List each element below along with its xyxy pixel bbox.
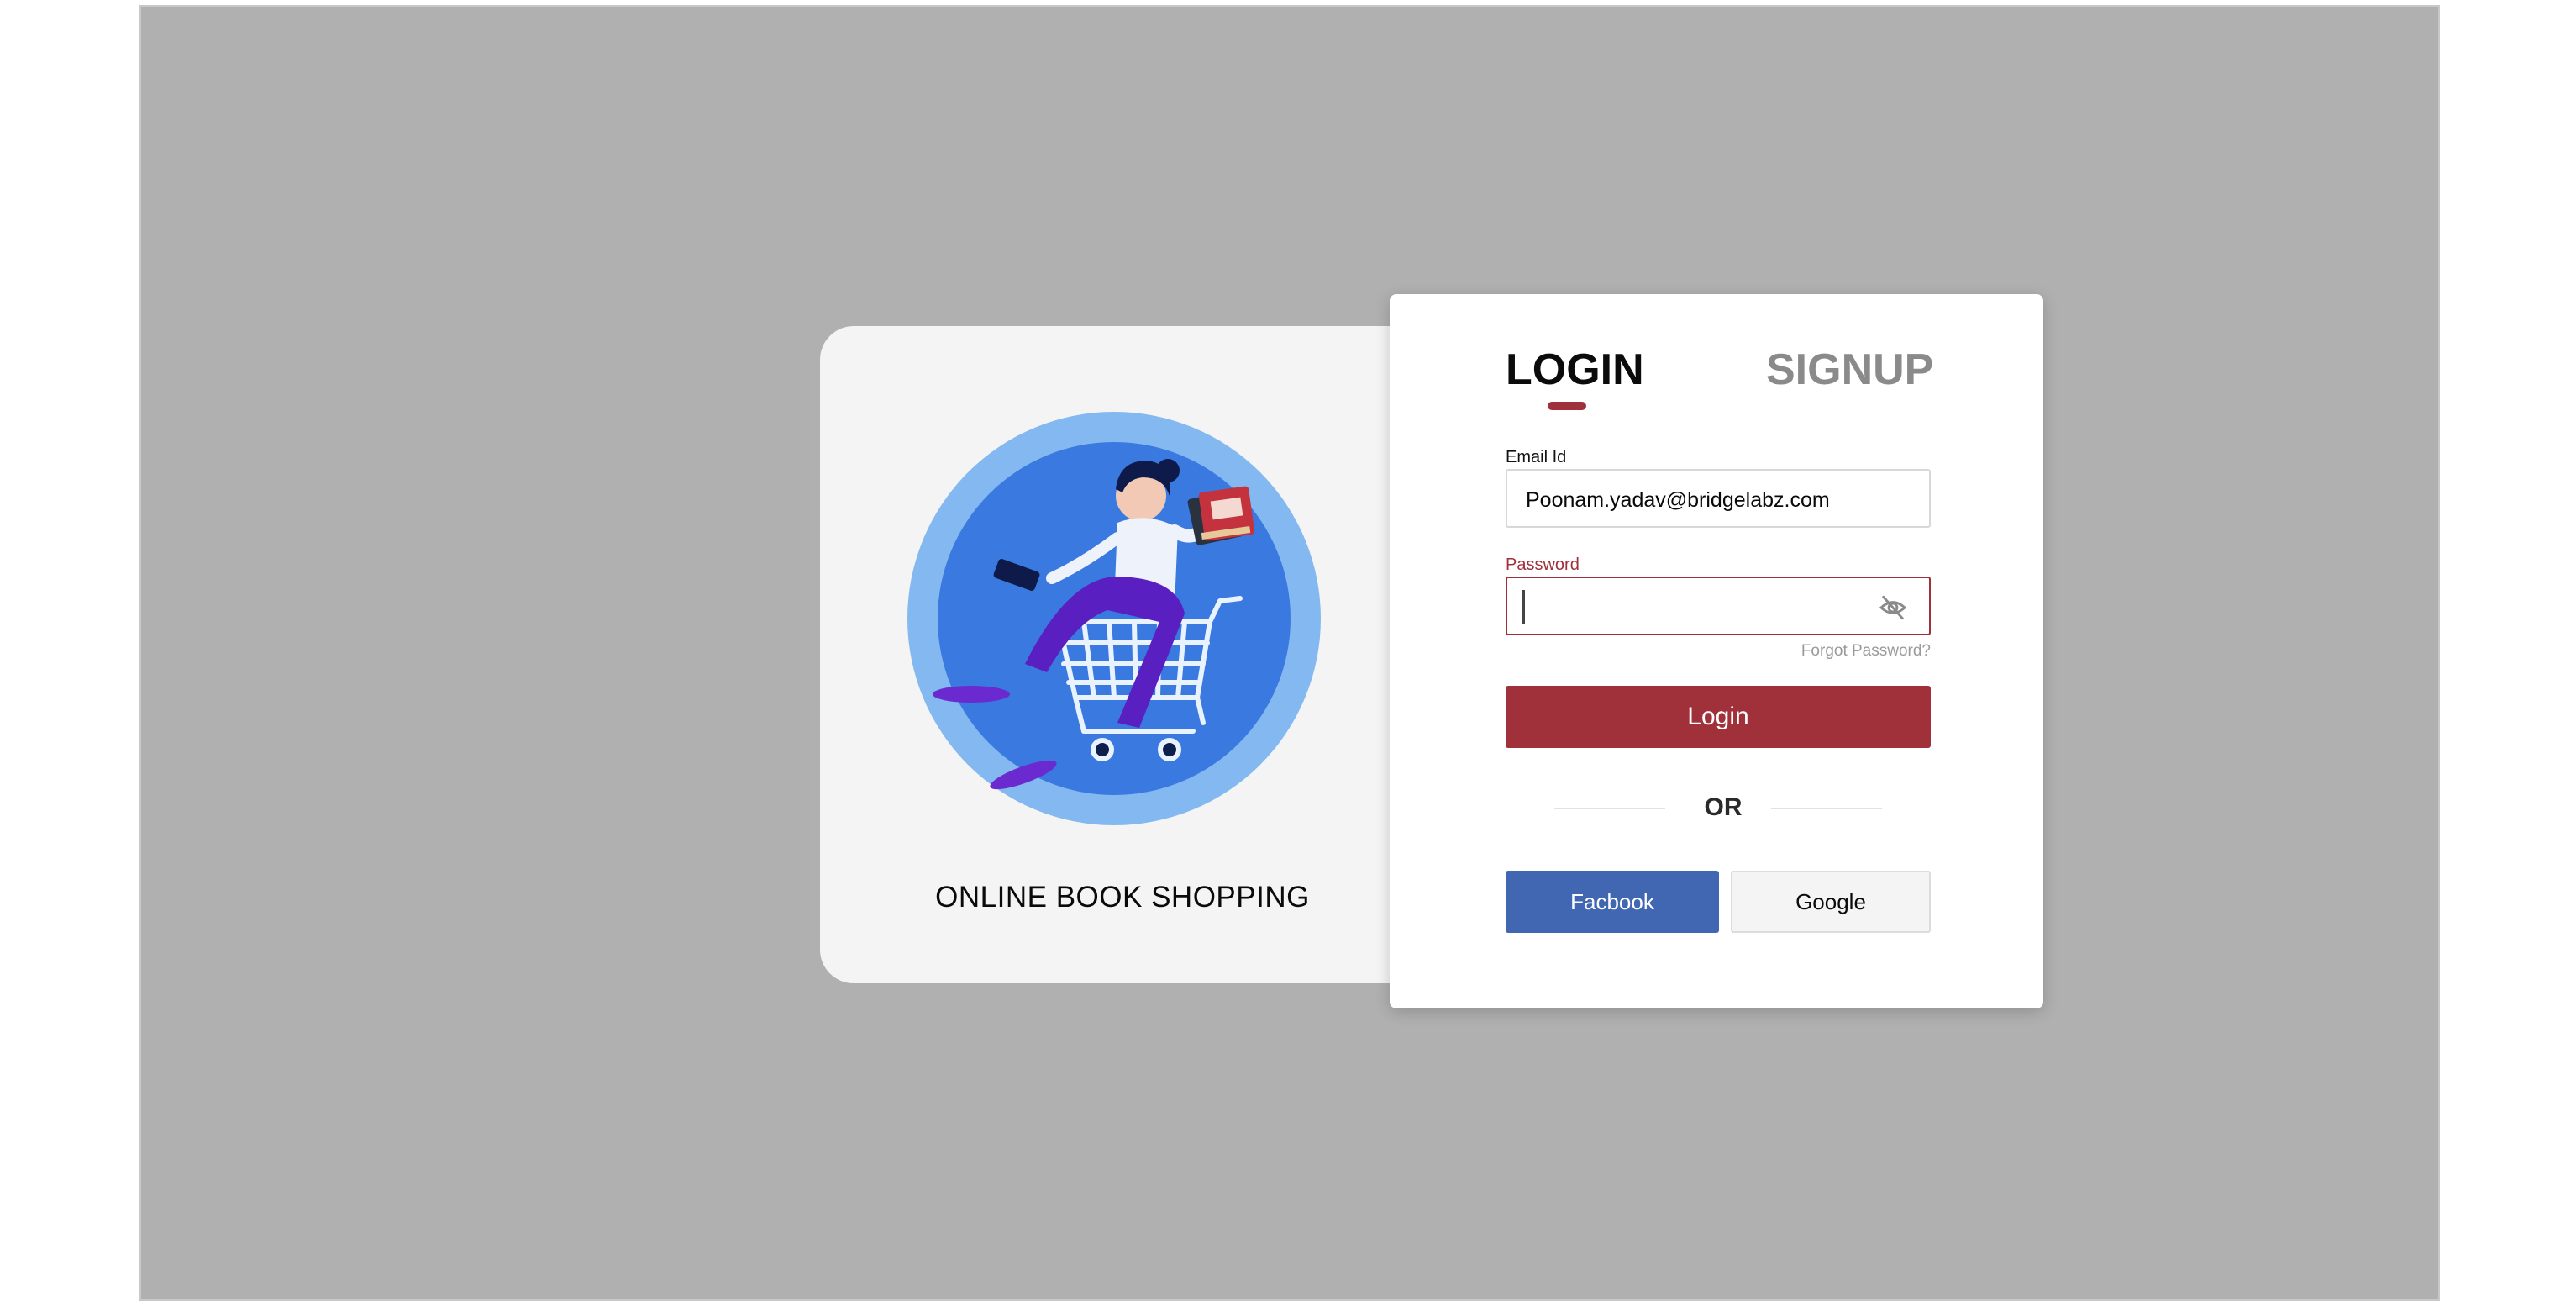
facebook-login-button[interactable]: Facbook (1506, 871, 1719, 933)
brand-tagline: ONLINE BOOK SHOPPING (935, 881, 1310, 914)
divider-right (1771, 808, 1882, 809)
eye-off-icon[interactable] (1879, 593, 1907, 622)
or-separator: OR (1704, 793, 1743, 821)
tab-login[interactable]: LOGIN (1506, 345, 1644, 395)
password-field[interactable] (1506, 577, 1931, 635)
google-login-button[interactable]: Google (1731, 871, 1931, 933)
email-field[interactable]: Poonam.yadav@bridgelabz.com (1506, 469, 1931, 528)
forgot-password-link[interactable]: Forgot Password? (1796, 642, 1931, 661)
login-button[interactable]: Login (1506, 686, 1931, 748)
shopping-cart-illustration (907, 412, 1321, 825)
auth-card: LOGIN SIGNUP Email Id Poonam.yadav@bridg… (1390, 294, 2043, 1008)
tab-signup[interactable]: SIGNUP (1766, 345, 1933, 395)
active-tab-indicator (1548, 402, 1586, 410)
text-caret (1522, 590, 1525, 624)
page-backdrop: ONLINE BOOK SHOPPING LOGIN SIGNUP Email … (139, 5, 2440, 1301)
brand-panel: ONLINE BOOK SHOPPING (820, 326, 1425, 983)
password-label: Password (1506, 556, 1580, 574)
email-label: Email Id (1506, 448, 1567, 466)
email-value: Poonam.yadav@bridgelabz.com (1526, 488, 1830, 512)
